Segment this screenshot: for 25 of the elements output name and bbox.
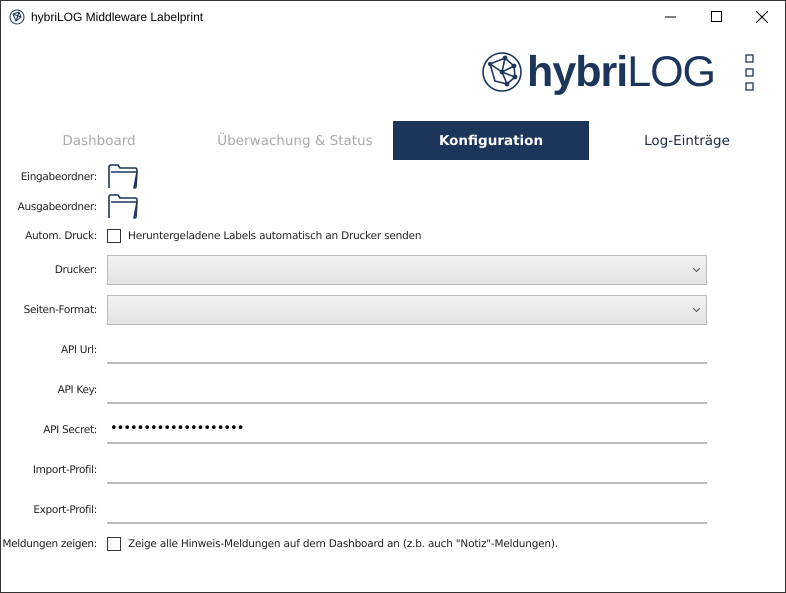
field-label: Import-Profil: <box>32 464 97 476</box>
checkbox[interactable]: Zeige alle Hinweis-Meldungen auf dem Dashboard an (z.b. auch "Notiz"-Meldungen). <box>107 537 558 551</box>
window-title: hybriLOG Middleware Labelprint <box>31 10 204 24</box>
close-icon[interactable] <box>756 10 768 22</box>
chevron-down-icon <box>693 268 700 272</box>
folder-icon[interactable] <box>107 164 139 190</box>
tab[interactable]: Log-Einträge <box>589 121 785 160</box>
field-label: API Key: <box>56 384 97 396</box>
field-label: Meldungen zeigen: <box>1 538 97 550</box>
field-label: Ausgabeordner: <box>16 201 97 213</box>
field-label: Seiten-Format: <box>22 304 97 316</box>
field-label: API Secret: <box>42 424 97 436</box>
field-label: Eingabeordner: <box>20 171 97 183</box>
chevron-down-icon <box>693 308 700 312</box>
field-label: API Url: <box>60 344 97 356</box>
folder-icon[interactable] <box>107 194 139 220</box>
checkbox[interactable]: Heruntergeladene Labels automatisch an Drucker senden <box>107 229 422 243</box>
menu-button[interactable] <box>745 53 755 91</box>
maximize-icon[interactable] <box>710 11 722 22</box>
hybrilog-logo: hybriLOG <box>481 48 715 96</box>
field-label: Export-Profil: <box>32 504 97 516</box>
tab[interactable]: Konfiguration <box>393 121 589 160</box>
app-icon <box>9 8 25 24</box>
field-label: Drucker: <box>54 264 97 276</box>
field-label: Autom. Druck: <box>24 230 97 242</box>
